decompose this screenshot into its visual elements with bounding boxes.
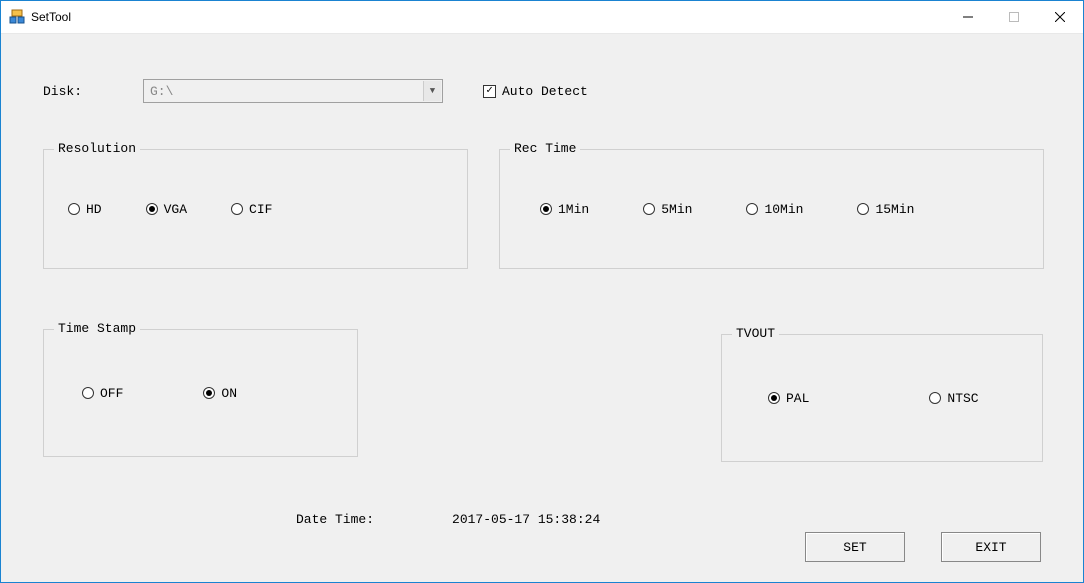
close-button[interactable] [1037, 1, 1083, 33]
radio-vga[interactable]: VGA [146, 202, 187, 217]
timestamp-options: OFF ON [44, 330, 357, 456]
disk-row: Disk: G:\ ▼ ✓ Auto Detect [43, 79, 1041, 103]
auto-detect-label: Auto Detect [502, 84, 588, 99]
checkbox-icon: ✓ [483, 85, 496, 98]
exit-button[interactable]: EXIT [941, 532, 1041, 562]
timestamp-group: Time Stamp OFF ON [43, 329, 358, 457]
radio-cif[interactable]: CIF [231, 202, 272, 217]
window-controls [945, 1, 1083, 33]
rectime-options: 1Min 5Min 10Min 15Min [500, 150, 1043, 268]
disk-combo[interactable]: G:\ ▼ [143, 79, 443, 103]
maximize-button [991, 1, 1037, 33]
rectime-group: Rec Time 1Min 5Min 10Min 15Min [499, 149, 1044, 269]
datetime-value: 2017-05-17 15:38:24 [452, 512, 600, 527]
rectime-legend: Rec Time [510, 141, 580, 156]
timestamp-legend: Time Stamp [54, 321, 140, 336]
radio-1min[interactable]: 1Min [540, 202, 589, 217]
tvout-legend: TVOUT [732, 326, 779, 341]
datetime-row: Date Time: 2017-05-17 15:38:24 [296, 512, 600, 527]
resolution-legend: Resolution [54, 141, 140, 156]
disk-label: Disk: [43, 84, 143, 99]
tvout-options: PAL NTSC [722, 335, 1042, 461]
radio-10min[interactable]: 10Min [746, 202, 803, 217]
titlebar: SetTool [1, 1, 1083, 34]
disk-combo-value: G:\ [150, 84, 173, 99]
resolution-options: HD VGA CIF [44, 150, 467, 268]
radio-5min[interactable]: 5Min [643, 202, 692, 217]
tvout-group: TVOUT PAL NTSC [721, 334, 1043, 462]
radio-on[interactable]: ON [203, 386, 237, 401]
bottom-buttons: SET EXIT [805, 532, 1041, 562]
window-title: SetTool [31, 10, 945, 24]
datetime-label: Date Time: [296, 512, 374, 527]
minimize-button[interactable] [945, 1, 991, 33]
radio-pal[interactable]: PAL [768, 391, 809, 406]
app-icon [9, 9, 25, 25]
client-area: Disk: G:\ ▼ ✓ Auto Detect Resolution HD … [1, 34, 1083, 582]
chevron-down-icon: ▼ [423, 81, 441, 101]
auto-detect-checkbox[interactable]: ✓ Auto Detect [483, 84, 588, 99]
radio-off[interactable]: OFF [82, 386, 123, 401]
radio-ntsc[interactable]: NTSC [929, 391, 978, 406]
radio-15min[interactable]: 15Min [857, 202, 914, 217]
resolution-group: Resolution HD VGA CIF [43, 149, 468, 269]
radio-hd[interactable]: HD [68, 202, 102, 217]
set-button[interactable]: SET [805, 532, 905, 562]
window-frame: SetTool Disk: G:\ ▼ ✓ Auto Detect [0, 0, 1084, 583]
